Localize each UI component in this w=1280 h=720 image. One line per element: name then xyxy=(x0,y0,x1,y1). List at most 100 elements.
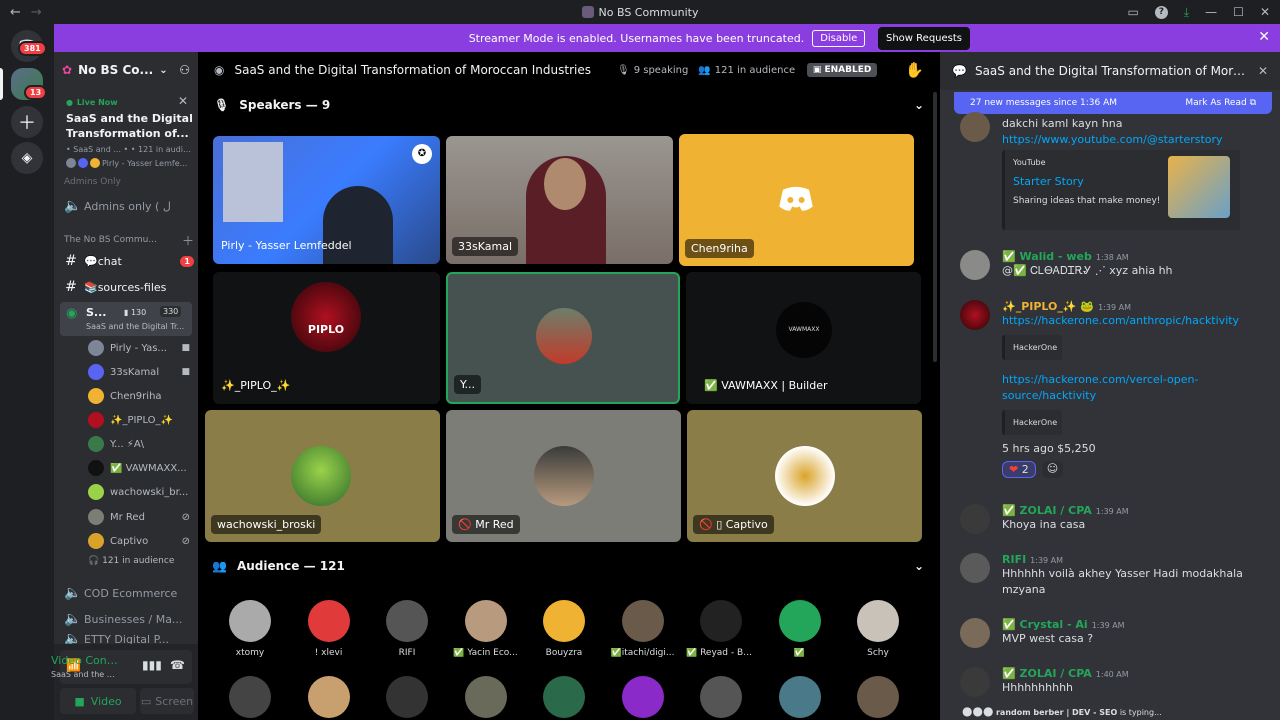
audience-member[interactable]: ✅itachi/digi... xyxy=(608,600,678,658)
explore-icon[interactable]: ◈ xyxy=(11,142,43,174)
screen-share-button[interactable]: ▭ Screen xyxy=(140,688,194,714)
speaker-tile-vawmaxx[interactable]: VAWMAXX ✅ VAWMAXX | Builder xyxy=(686,272,921,404)
audience-member[interactable]: ✅ Reyad - BL... xyxy=(686,600,756,658)
noise-icon[interactable]: ▮▮▮ xyxy=(142,658,162,672)
author-name[interactable]: ✅ Crystal - Ai xyxy=(1002,618,1088,631)
voice-user[interactable]: Y... ⚡A\ xyxy=(88,434,190,454)
voice-user[interactable]: Pirly - Yas... ■ xyxy=(88,338,190,358)
new-messages-bar[interactable]: 27 new messages since 1:36 AM Mark As Re… xyxy=(954,92,1272,114)
link-embed: HackerOne xyxy=(1002,410,1062,435)
author-name[interactable]: RIFI xyxy=(1002,553,1026,566)
voice-user[interactable]: Captivo ⊘ xyxy=(88,531,190,551)
channel-admins-only[interactable]: 🔈 Admins only ( ل xyxy=(64,195,194,217)
message[interactable]: ✅ Walid - web 1:38 AM @✅ ᏟᏞᎾᎪᎠᏆᎡᎽ ⋰ xyz a… xyxy=(960,250,1270,280)
audience-member[interactable]: Schy xyxy=(843,600,913,658)
maximize-icon[interactable]: ☐ xyxy=(1233,5,1244,19)
stage-title: SaaS and the Digital Transformation of M… xyxy=(234,63,591,77)
message[interactable]: ✅ ZOLAI / CPA 1:39 AM Khoya ina casa xyxy=(960,504,1270,534)
channel-cod-ecommerce[interactable]: 🔈 COD Ecommerce xyxy=(64,582,194,604)
message[interactable]: ✅ ZOLAI / CPA 1:40 AM Hhhhhhhhhh xyxy=(960,667,1270,697)
audience-member[interactable]: ! xlevi xyxy=(294,600,364,658)
audience-avatar[interactable] xyxy=(700,676,742,718)
audience-avatar[interactable] xyxy=(386,676,428,718)
message[interactable]: dakchi kaml kayn hna https://www.youtube… xyxy=(960,112,1270,230)
speaker-tile-y[interactable]: Y... xyxy=(446,272,680,404)
channel-stage-active[interactable]: ◉ S... ▮ 130 330 SaaS and the Digital Tr… xyxy=(60,302,192,336)
close-live-icon[interactable]: ✕ xyxy=(178,94,188,108)
reaction-heart[interactable]: ❤ 2 xyxy=(1002,461,1036,478)
audience-section-header[interactable]: 👥 Audience — 121 ⌄ xyxy=(212,559,924,573)
message[interactable]: RIFI 1:39 AM Hhhhhh voilà akhey Yasser Ha… xyxy=(960,553,1270,598)
mark-read-button[interactable]: Mark As Read ⧉ xyxy=(1185,98,1256,108)
author-name[interactable]: ✅ ZOLAI / CPA xyxy=(1002,667,1092,680)
invite-icon[interactable]: ⚇ xyxy=(179,63,190,77)
server-header[interactable]: ✿ No BS Co... ⌄ ⚇ xyxy=(54,52,198,88)
download-icon[interactable]: ⤓ xyxy=(1184,5,1189,20)
audience-avatar[interactable] xyxy=(857,676,899,718)
audience-avatar[interactable] xyxy=(464,676,507,718)
speaker-tile-piplo[interactable]: PIPLO ✨_PIPLO_✨ xyxy=(213,272,440,404)
voice-user[interactable]: wachowski_br... xyxy=(88,482,190,502)
inbox-icon[interactable]: ▭ xyxy=(1128,5,1139,19)
help-icon[interactable]: ? xyxy=(1154,5,1168,19)
voice-user[interactable]: 33sKamal ■ xyxy=(88,362,190,382)
speaker-tile-chen9riha[interactable]: Chen9riha xyxy=(679,134,914,266)
raise-hand-icon[interactable]: ✋ xyxy=(905,61,924,79)
audience-member[interactable]: ✅ xyxy=(765,600,835,658)
add-channel-icon[interactable]: ＋ xyxy=(182,232,194,249)
audience-member[interactable]: Bouyzra xyxy=(529,600,599,658)
message[interactable]: ✅ Crystal - Ai 1:39 AM MVP west casa ? xyxy=(960,618,1270,648)
forward-icon[interactable]: → xyxy=(31,5,42,20)
disable-streamer-button[interactable]: Disable xyxy=(812,29,866,47)
speaker-tile-33skamal[interactable]: 33sKamal xyxy=(446,136,673,264)
close-window-icon[interactable]: ✕ xyxy=(1260,5,1270,19)
audience-avatar[interactable] xyxy=(778,676,821,718)
audience-count[interactable]: 🎧 121 in audience xyxy=(88,556,174,566)
speaker-tile-captivo[interactable]: 🚫 ▯ Captivo xyxy=(687,410,922,542)
tile-name-wrap: 🚫 ▯ Captivo xyxy=(693,515,774,534)
channel-chat[interactable]: # 💬chat 1 xyxy=(64,250,194,272)
message-link[interactable]: https://www.youtube.com/@starterstory xyxy=(1002,132,1270,148)
author-name[interactable]: ✨_PIPLO_✨ 🐸 xyxy=(1002,300,1094,313)
back-icon[interactable]: ← xyxy=(10,5,21,20)
audience-member[interactable]: ✅ Yacin Eco... xyxy=(451,600,521,658)
add-server-icon[interactable]: ＋ xyxy=(11,106,43,138)
voice-user[interactable]: Mr Red ⊘ xyxy=(88,507,190,527)
voice-user[interactable]: ✨_PIPLO_✨ xyxy=(88,410,190,430)
author-name[interactable]: ✅ ZOLAI / CPA xyxy=(1002,504,1092,517)
screen-label: Screen xyxy=(155,694,194,708)
audience-avatar[interactable] xyxy=(621,676,664,718)
minimize-icon[interactable]: — xyxy=(1205,5,1217,19)
video-button[interactable]: ■ Video xyxy=(60,688,136,714)
channel-cut[interactable]: 🔈 ETTY Digital P... xyxy=(64,634,194,644)
audience-member[interactable]: RIFI xyxy=(372,600,442,658)
channel-sources-files[interactable]: # 📚sources-files xyxy=(64,276,194,298)
voice-user[interactable]: ✅ VAWMAXX... xyxy=(88,458,190,478)
channel-businesses[interactable]: 🔈 Businesses / Ma... xyxy=(64,608,194,630)
author-name[interactable]: ✅ Walid - web xyxy=(1002,250,1092,263)
hash-icon: # xyxy=(65,253,77,269)
close-banner-icon[interactable]: ✕ xyxy=(1258,29,1270,45)
audience-avatar[interactable] xyxy=(543,676,585,718)
audience-avatar[interactable] xyxy=(229,676,271,718)
audience-member[interactable]: xtomy xyxy=(215,600,285,658)
message[interactable]: ✨_PIPLO_✨ 🐸 1:39 AM https://hackerone.com… xyxy=(960,300,1270,478)
speaker-tile-pirly[interactable]: ✪ Pirly - Yasser Lemfeddel xyxy=(213,136,440,264)
speaker-tile-wachowski[interactable]: wachowski_broski xyxy=(205,410,440,542)
stage-scrollbar[interactable] xyxy=(933,92,937,362)
category-no-bs[interactable]: The No BS Commu... ＋ xyxy=(64,229,194,251)
message-link[interactable]: https://hackerone.com/anthropic/hacktivi… xyxy=(1002,313,1270,329)
speakers-section-header[interactable]: 🎙 Speakers — 9 ⌄ xyxy=(214,98,924,112)
message-text: MVP west casa ? xyxy=(1002,632,1094,645)
disconnect-icon[interactable]: ☎ xyxy=(170,658,185,672)
speaker-tile-mr-red[interactable]: 🚫 Mr Red xyxy=(446,410,681,542)
voice-user[interactable]: Chen9riha xyxy=(88,386,190,406)
tile-name: ✨_PIPLO_✨ xyxy=(221,379,291,392)
close-chat-icon[interactable]: ✕ xyxy=(1258,64,1268,78)
voice-status[interactable]: 📶 Video Connecte SaaS and the Digit... ▮… xyxy=(51,650,192,684)
live-now-card[interactable]: ● Live Now ✕ SaaS and the Digital Transfo… xyxy=(66,94,194,168)
category-admins-only[interactable]: Admins Only xyxy=(64,176,194,188)
add-reaction-icon[interactable]: ☺ xyxy=(1041,461,1064,478)
audience-avatar[interactable] xyxy=(307,676,350,718)
message-link[interactable]: https://hackerone.com/vercel-open-source… xyxy=(1002,372,1222,404)
